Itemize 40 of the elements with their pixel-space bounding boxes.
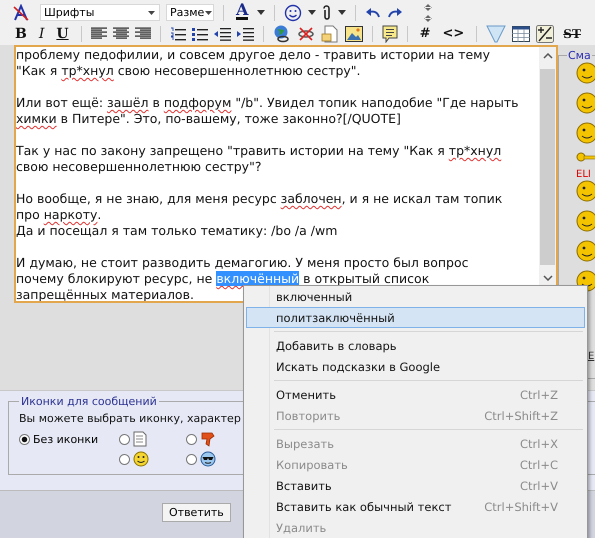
shortcut-text: Ctrl+Z <box>520 388 558 402</box>
font-color-button[interactable]: A <box>233 2 252 23</box>
panel-legend: Иконки для сообщений <box>19 395 159 408</box>
shortcut-text: Ctrl+C <box>520 458 558 472</box>
menu-item[interactable]: Добавить в словарь <box>246 335 585 356</box>
menu-item[interactable]: Вставить Ctrl+V <box>246 475 585 496</box>
text-line: Так у нас по закону запрещено "травить истории на тему "Как я тр*хнул <box>16 143 502 159</box>
shortcut-text: Ctrl+X <box>520 436 558 450</box>
text-line: Или вот ещё: зашёл в подфорум "/b". Увидел топик наподобие "Где нарыть <box>16 95 518 111</box>
text-line: И думаю, не стоит разводить демагогию. У меня просто был вопрос <box>16 255 468 271</box>
size-select[interactable]: Разме <box>166 4 214 21</box>
hint-text: Вы можете выбрать иконку, характер <box>19 412 241 425</box>
reply-button[interactable]: Ответить <box>162 503 231 522</box>
text-line: свою несовершеннолетнюю сестру"? <box>16 159 262 175</box>
menu-item[interactable]: Отменить Ctrl+Z <box>246 384 585 405</box>
text-line: "Как я тр*хнул свою несовершеннолетнюю сестру". <box>16 63 361 79</box>
text-line: почему блокируют ресурс, не включённый в открытый список <box>16 271 430 287</box>
text-line: химки в Питере". Это, по-вашему, тоже законно?[/QUOTE] <box>16 111 401 127</box>
italic-button[interactable]: I <box>36 26 48 42</box>
shortcut-text: Ctrl+Shift+V <box>484 500 558 514</box>
shortcut-text: Ctrl+V <box>520 478 558 492</box>
more-smileys-link[interactable]: E <box>588 351 594 362</box>
menu-item[interactable]: включенный <box>246 286 585 307</box>
shortcut-text: Ctrl+Shift+Z <box>484 408 558 422</box>
panel-legend: Сма <box>567 49 592 62</box>
text-line: Но вообще, я не знаю, для меня ресурс заблочен, и я не искал там топик <box>16 191 502 207</box>
strikethrough-button[interactable]: ST <box>560 26 584 42</box>
text-line: про наркоту. <box>16 207 102 223</box>
text-line: Да и посещал я там только тематику: /bo /a /wm <box>16 223 338 239</box>
underline-button[interactable]: U <box>53 26 72 42</box>
code-button[interactable]: <> <box>440 26 468 42</box>
smiley-caption: ELI <box>576 170 591 180</box>
bold-button[interactable]: B <box>12 26 30 42</box>
font-select[interactable]: Шрифты <box>40 4 160 21</box>
menu-item[interactable]: Искать подсказки в Google <box>246 356 585 377</box>
radio-label[interactable]: Без иконки <box>33 432 98 446</box>
menu-item[interactable]: политзаключённый <box>246 307 585 328</box>
hash-button[interactable]: # <box>416 26 434 42</box>
menu-item[interactable]: Вставить как обычный текст Ctrl+Shift+V <box>246 496 585 517</box>
text-line: проблему педофилии, и совсем другое дело - травить истории на тему <box>16 47 490 63</box>
